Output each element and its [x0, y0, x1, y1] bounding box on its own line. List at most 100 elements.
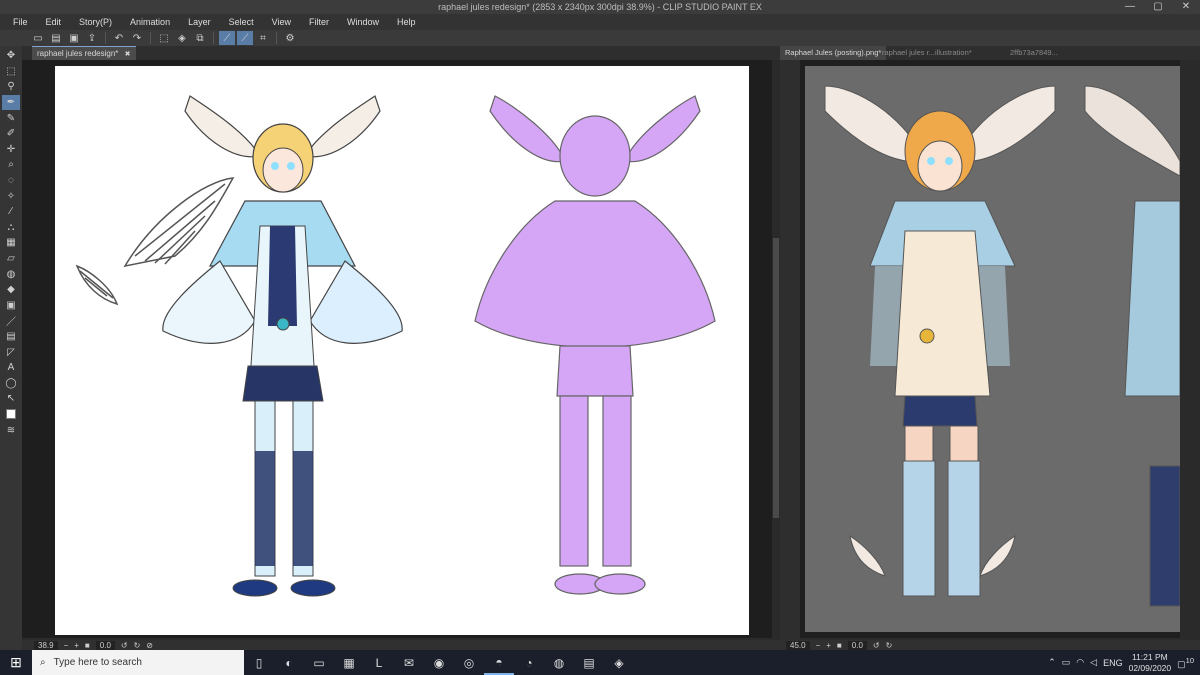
chrome-icon[interactable]: ◍ [544, 650, 574, 675]
eraser-icon[interactable]: ▱ [2, 251, 20, 267]
notification-icon[interactable]: ▢10 [1177, 656, 1194, 670]
airbrush-icon[interactable]: ⛬ [2, 220, 20, 236]
left-scrollbar-thumb[interactable] [773, 238, 779, 518]
balloon-icon[interactable]: ◯ [2, 375, 20, 391]
right-vertical-scrollbar[interactable] [1180, 60, 1200, 638]
menu-story[interactable]: Story(P) [70, 14, 121, 30]
menu-help[interactable]: Help [388, 14, 425, 30]
vpn-app-icon[interactable]: ◈ [604, 650, 634, 675]
media-icon[interactable]: ◉ [424, 650, 454, 675]
left-vertical-scrollbar[interactable] [772, 60, 780, 638]
clock[interactable]: 11:21 PM 02/09/2020 [1129, 652, 1172, 674]
store-icon[interactable]: ▦ [334, 650, 364, 675]
right-fit-icon[interactable]: ■ [837, 641, 842, 650]
brush-icon[interactable]: ✐ [2, 126, 20, 142]
export-icon[interactable]: ⇪ [84, 31, 100, 45]
zoom-icon[interactable]: ⌕ [2, 157, 20, 173]
edge-browser-icon[interactable]: ◐ [274, 650, 304, 675]
menu-animation[interactable]: Animation [121, 14, 179, 30]
fit-icon[interactable]: ■ [85, 641, 90, 650]
new-canvas-icon[interactable]: ▭ [30, 31, 46, 45]
clip-studio-paint-icon[interactable]: ◓ [484, 650, 514, 675]
frame-border-icon[interactable]: ▤ [2, 329, 20, 345]
taskbar-search-box[interactable]: ⌕ Type here to search [32, 650, 244, 675]
zoom-out-icon[interactable]: − [64, 641, 69, 650]
transparent-color-icon[interactable]: ≋ [2, 422, 20, 438]
right-rotate-left-icon[interactable]: ↺ [873, 641, 880, 650]
start-button-icon[interactable]: ⊞ [0, 650, 32, 675]
fill-icon[interactable]: ◈ [174, 31, 190, 45]
snap-special-ruler-icon[interactable]: ⟋ [237, 31, 253, 45]
reset-rotation-icon[interactable]: ⊘ [146, 641, 153, 650]
move-layer-icon[interactable]: ✛ [2, 142, 20, 158]
clear-selection-icon[interactable]: ⬚ [156, 31, 172, 45]
zoom-in-icon[interactable]: + [74, 641, 79, 650]
right-rotation-field[interactable]: 0.0 [847, 640, 867, 650]
tab-raphael-jules-posting[interactable]: Raphael Jules (posting).png* [780, 46, 887, 60]
maximize-button[interactable]: ▢ [1144, 0, 1172, 14]
clip-studio-icon[interactable]: ◎ [454, 650, 484, 675]
color-swatch-icon[interactable] [2, 407, 20, 423]
close-button[interactable]: ✕ [1172, 0, 1200, 14]
document-app-icon[interactable]: ▤ [574, 650, 604, 675]
mail-icon[interactable]: ✉ [394, 650, 424, 675]
right-zoom-out-icon[interactable]: − [816, 641, 821, 650]
ruler-icon[interactable]: ◸ [2, 344, 20, 360]
menu-layer[interactable]: Layer [179, 14, 220, 30]
left-rotation-field[interactable]: 0.0 [95, 640, 115, 650]
pencil-icon[interactable]: ✎ [2, 110, 20, 126]
open-file-icon[interactable]: ▤ [48, 31, 64, 45]
snap-grid-icon[interactable]: ⌗ [255, 31, 271, 45]
dropper-icon[interactable]: ⁄ [2, 204, 20, 220]
file-explorer-icon[interactable]: ▭ [304, 650, 334, 675]
settings-icon[interactable]: ⚙ [282, 31, 298, 45]
correct-line-icon[interactable]: ↖ [2, 391, 20, 407]
undo-icon[interactable]: ↶ [111, 31, 127, 45]
text-icon[interactable]: A [2, 360, 20, 376]
gradient-icon[interactable]: ▣ [2, 298, 20, 314]
magic-wand-icon[interactable]: ✧ [2, 188, 20, 204]
task-view-icon[interactable]: ▯ [244, 650, 274, 675]
menu-filter[interactable]: Filter [300, 14, 338, 30]
panel-divider[interactable] [780, 46, 800, 650]
left-canvas-area[interactable] [22, 60, 772, 638]
rotate-right-icon[interactable]: ↻ [134, 641, 141, 650]
language-indicator[interactable]: ENG [1103, 658, 1123, 668]
eyedropper-icon[interactable]: ⚲ [2, 79, 20, 95]
transform-icon[interactable]: ⧉ [192, 31, 208, 45]
menu-select[interactable]: Select [220, 14, 263, 30]
minimize-button[interactable]: — [1116, 0, 1144, 14]
fill-bucket-icon[interactable]: ◆ [2, 282, 20, 298]
left-zoom-field[interactable]: 38.9 [34, 640, 58, 650]
lasso-icon[interactable]: ◌ [2, 173, 20, 189]
menu-file[interactable]: File [4, 14, 37, 30]
tab-illustration[interactable]: illustration* [930, 46, 977, 60]
right-zoom-in-icon[interactable]: + [826, 641, 831, 650]
decoration-icon[interactable]: ▦ [2, 235, 20, 251]
tray-overflow-icon[interactable]: ⌃ [1048, 657, 1056, 668]
right-rotate-right-icon[interactable]: ↻ [886, 641, 893, 650]
volume-icon[interactable]: ◁ [1090, 657, 1097, 668]
right-zoom-field[interactable]: 45.0 [786, 640, 810, 650]
tab-raphael-jules-redesign[interactable]: raphael jules redesign* ✖ [32, 46, 136, 60]
network-icon[interactable]: ◠ [1076, 657, 1084, 668]
save-icon[interactable]: ▣ [66, 31, 82, 45]
figure-icon[interactable]: ／ [2, 313, 20, 329]
drawing-paper[interactable] [55, 66, 749, 635]
pen-icon[interactable]: ✒ [2, 94, 20, 111]
tab-close-icon[interactable]: ✖ [125, 51, 131, 58]
selection-icon[interactable]: ⬚ [2, 64, 20, 80]
battery-icon[interactable]: ▭ [1062, 657, 1071, 668]
lemon-app-icon[interactable]: ◔ [514, 650, 544, 675]
tab-2ffb73a7849[interactable]: 2ffb73a7849... [1005, 46, 1063, 60]
rotate-left-icon[interactable]: ↺ [121, 641, 128, 650]
reference-image[interactable] [805, 66, 1180, 632]
move-icon[interactable]: ✥ [2, 48, 20, 64]
redo-icon[interactable]: ↷ [129, 31, 145, 45]
menu-window[interactable]: Window [338, 14, 388, 30]
right-canvas-area[interactable] [800, 60, 1180, 638]
menu-edit[interactable]: Edit [37, 14, 71, 30]
blend-icon[interactable]: ◍ [2, 266, 20, 282]
snap-ruler-icon[interactable]: ⟋ [219, 31, 235, 45]
app-l-icon[interactable]: L [364, 650, 394, 675]
